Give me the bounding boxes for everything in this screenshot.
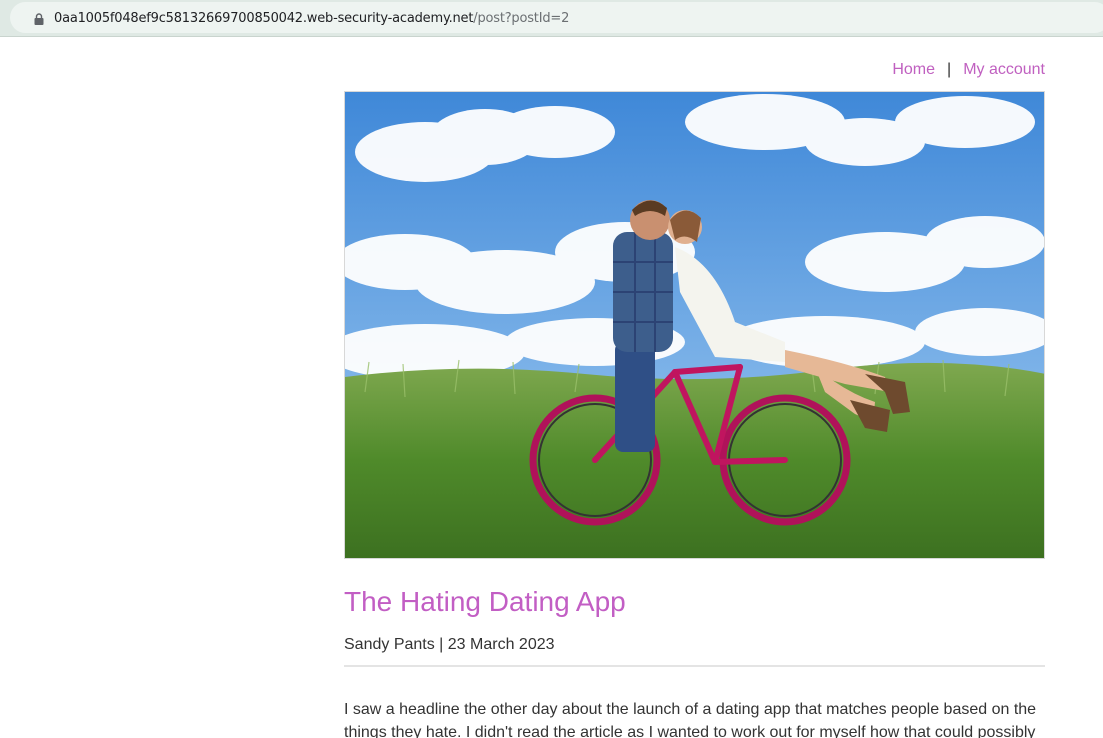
url-host: 0aa1005f048ef9c58132669700850042.web-sec… — [54, 11, 474, 26]
home-link[interactable]: Home — [892, 61, 935, 79]
url-text: 0aa1005f048ef9c58132669700850042.web-sec… — [54, 11, 569, 26]
post-body: I saw a headline the other day about the… — [344, 701, 1037, 738]
my-account-link[interactable]: My account — [963, 61, 1045, 79]
top-nav: Home | My account — [892, 61, 1045, 79]
nav-separator: | — [947, 61, 952, 78]
post-hero-image — [344, 91, 1045, 559]
divider — [344, 665, 1045, 667]
couple-on-bicycle-photo — [345, 92, 1044, 558]
post-title: The Hating Dating App — [344, 586, 626, 617]
lock-icon — [34, 13, 44, 25]
post-byline: Sandy Pants | 23 March 2023 — [344, 636, 555, 653]
browser-address-bar: 0aa1005f048ef9c58132669700850042.web-sec… — [0, 0, 1103, 37]
url-path: /post?postId=2 — [473, 11, 570, 26]
url-field[interactable]: 0aa1005f048ef9c58132669700850042.web-sec… — [10, 2, 1103, 33]
